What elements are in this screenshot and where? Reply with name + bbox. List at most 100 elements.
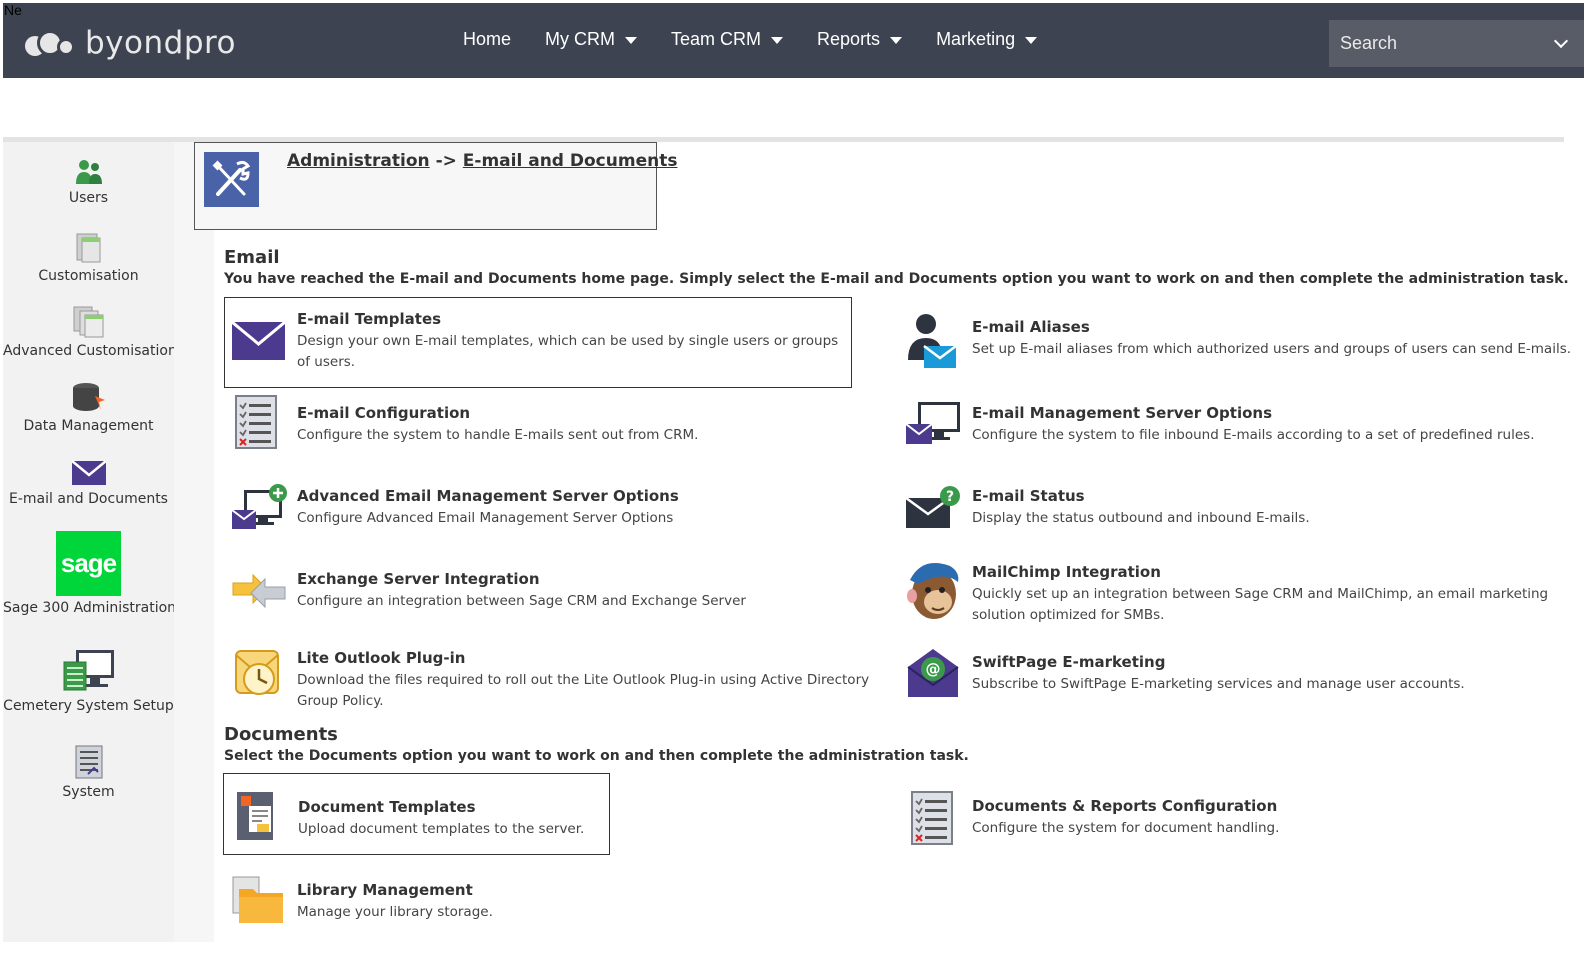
content-gutter xyxy=(174,142,214,942)
main-content: Email You have reached the E-mail and Do… xyxy=(214,238,1572,942)
option-description: Design your own E-mail templates, which … xyxy=(297,333,839,370)
tools-icon xyxy=(204,152,259,207)
admin-sidebar: Users Customisation Advanced Customisati… xyxy=(3,142,177,942)
option-description: Configure Advanced Email Management Serv… xyxy=(297,510,674,526)
sage-logo-icon: sage xyxy=(56,531,121,596)
at-envelope-icon: @ xyxy=(907,649,959,697)
option-title: Lite Outlook Plug-in xyxy=(297,649,466,667)
option-description: Configure the system to file inbound E-m… xyxy=(972,427,1535,443)
top-navigation-bar: byondpro Home My CRM Team CRM Reports Ma… xyxy=(3,3,1584,78)
search-box xyxy=(1329,20,1584,67)
option-description: Set up E-mail aliases from which authori… xyxy=(972,341,1572,357)
option-email-configuration[interactable]: E-mail Configuration Configure the syste… xyxy=(224,394,852,458)
data-management-icon xyxy=(72,383,105,411)
sidebar-item-label: Customisation xyxy=(38,268,139,284)
option-title: MailChimp Integration xyxy=(972,563,1161,581)
main-nav: Home My CRM Team CRM Reports Marketing xyxy=(463,29,1071,50)
option-advanced-email-management-server-options[interactable]: Advanced Email Management Server Options… xyxy=(224,478,852,542)
option-title: Exchange Server Integration xyxy=(297,570,540,588)
nav-reports-label: Reports xyxy=(817,29,881,49)
checklist-icon xyxy=(235,395,277,449)
section-title-email: Email xyxy=(224,247,280,268)
monitor-table-icon xyxy=(63,650,114,691)
sidebar-item-email-and-documents[interactable]: E-mail and Documents xyxy=(3,459,174,507)
option-email-management-server-options[interactable]: E-mail Management Server Options Configu… xyxy=(902,394,1562,458)
monitor-envelope-icon xyxy=(906,402,960,444)
brand-name: byondpro xyxy=(85,25,237,61)
folder-icon xyxy=(232,876,283,923)
nav-my-crm-label: My CRM xyxy=(545,29,616,49)
option-description: Display the status outbound and inbound … xyxy=(972,510,1310,526)
option-description: Manage your library storage. xyxy=(297,904,493,920)
option-title: Documents & Reports Configuration xyxy=(972,797,1278,815)
sidebar-item-label: Sage 300 Administration xyxy=(3,600,177,616)
sidebar-item-users[interactable]: Users xyxy=(3,158,174,206)
nav-marketing[interactable]: Marketing xyxy=(936,29,1038,50)
sidebar-item-label: Advanced Customisation xyxy=(3,343,177,359)
option-title: E-mail Aliases xyxy=(972,318,1090,336)
mailchimp-icon xyxy=(907,563,959,619)
window-corner-label: Ne xyxy=(4,2,22,18)
option-description: Quickly set up an integration between Sa… xyxy=(972,586,1549,623)
nav-home-label: Home xyxy=(463,29,512,49)
section-description-email: You have reached the E-mail and Document… xyxy=(224,271,1569,287)
option-title: E-mail Management Server Options xyxy=(972,404,1273,422)
sidebar-item-advanced-customisation[interactable]: Advanced Customisation xyxy=(3,305,177,359)
sidebar-item-sage-300-administration[interactable]: sage Sage 300 Administration xyxy=(3,531,177,616)
sidebar-item-customisation[interactable]: Customisation xyxy=(3,232,174,284)
sidebar-item-cemetery-system-setup[interactable]: Cemetery System Setup xyxy=(3,646,174,714)
monitor-envelope-plus-icon xyxy=(232,484,287,529)
option-title: Document Templates xyxy=(298,798,476,816)
envelope-question-icon: ? xyxy=(906,486,960,528)
users-icon xyxy=(75,160,102,184)
option-document-templates[interactable]: Document Templates Upload document templ… xyxy=(223,773,610,855)
section-title-documents: Documents xyxy=(224,724,338,745)
logo-circles-icon xyxy=(25,28,77,58)
option-title: SwiftPage E-marketing xyxy=(972,653,1166,671)
sidebar-item-label: Data Management xyxy=(23,418,154,434)
brand-logo[interactable]: byondpro xyxy=(25,25,236,61)
sidebar-item-label: Cemetery System Setup xyxy=(3,698,174,714)
caret-down-icon xyxy=(890,37,903,44)
document-templates-icon xyxy=(237,792,273,840)
caret-down-icon xyxy=(771,37,784,44)
nav-reports[interactable]: Reports xyxy=(817,29,903,50)
option-title: E-mail Templates xyxy=(297,310,442,328)
option-email-status[interactable]: ? E-mail Status Display the status outbo… xyxy=(902,478,1562,542)
nav-my-crm[interactable]: My CRM xyxy=(545,29,638,50)
system-checklist-icon xyxy=(75,745,102,779)
option-library-management[interactable]: Library Management Manage your library s… xyxy=(224,872,852,936)
sidebar-item-system[interactable]: System xyxy=(3,744,174,800)
customisation-icon xyxy=(76,233,100,263)
option-exchange-server-integration[interactable]: Exchange Server Integration Configure an… xyxy=(224,561,852,625)
option-documents-reports-configuration[interactable]: Documents & Reports Configuration Config… xyxy=(902,788,1562,852)
search-input[interactable] xyxy=(1329,20,1584,67)
option-email-templates[interactable]: E-mail Templates Design your own E-mail … xyxy=(224,297,852,388)
option-email-aliases[interactable]: E-mail Aliases Set up E-mail aliases fro… xyxy=(902,306,1572,376)
outlook-clock-icon xyxy=(235,650,279,695)
nav-team-crm[interactable]: Team CRM xyxy=(671,29,784,50)
breadcrumb-link-administration[interactable]: Administration xyxy=(287,151,430,171)
envelope-icon xyxy=(232,322,285,360)
svg-text:?: ? xyxy=(946,489,954,505)
nav-team-crm-label: Team CRM xyxy=(671,29,762,49)
nav-home[interactable]: Home xyxy=(463,29,511,50)
breadcrumb-link-email-documents[interactable]: E-mail and Documents xyxy=(463,151,678,171)
option-title: Library Management xyxy=(297,881,473,899)
option-description: Configure an integration between Sage CR… xyxy=(297,593,746,609)
sidebar-item-data-management[interactable]: Data Management xyxy=(3,382,174,434)
option-description: Download the files required to roll out … xyxy=(297,672,870,709)
option-description: Subscribe to SwiftPage E-marketing servi… xyxy=(972,676,1465,692)
section-description-documents: Select the Documents option you want to … xyxy=(224,748,969,764)
option-swiftpage-emarketing[interactable]: @ SwiftPage E-marketing Subscribe to Swi… xyxy=(902,644,1562,708)
option-title: E-mail Configuration xyxy=(297,404,471,422)
checklist-icon xyxy=(911,791,953,845)
caret-down-icon xyxy=(1025,37,1038,44)
option-mailchimp-integration[interactable]: MailChimp Integration Quickly set up an … xyxy=(902,554,1562,626)
svg-text:@: @ xyxy=(926,660,941,678)
sidebar-item-label: E-mail and Documents xyxy=(9,491,168,507)
option-lite-outlook-plugin[interactable]: Lite Outlook Plug-in Download the files … xyxy=(224,642,874,714)
exchange-arrows-icon xyxy=(232,573,286,609)
sidebar-item-label: System xyxy=(62,784,115,800)
option-description: Upload document templates to the server. xyxy=(298,821,585,837)
